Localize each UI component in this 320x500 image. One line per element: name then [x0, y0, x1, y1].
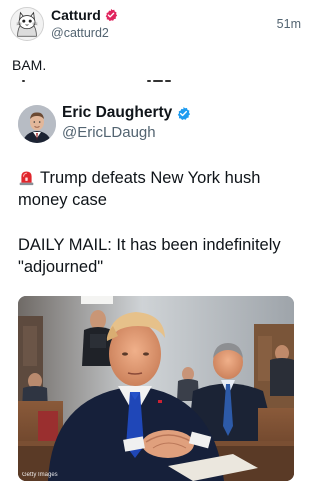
tweet-text: BAM. — [12, 57, 47, 73]
cat-avatar-icon — [11, 8, 43, 40]
quoted-tweet-photo[interactable]: Getty Images — [18, 296, 294, 481]
quoted-author-name[interactable]: Eric Daugherty — [62, 103, 172, 123]
avatar[interactable] — [10, 7, 44, 41]
quoted-author-name-row[interactable]: Eric Daugherty — [62, 103, 191, 123]
cropped-text-remnant — [0, 78, 313, 86]
headline-text: Trump defeats New York hush money case — [18, 169, 261, 209]
person-avatar-icon — [18, 105, 56, 143]
photo-credit: Getty Images — [22, 472, 58, 478]
quoted-tweet-body: DAILY MAIL: It has been indefinitely "ad… — [18, 236, 281, 276]
tweet-timestamp[interactable]: 51m — [277, 17, 301, 31]
author-name-row[interactable]: Catturd — [51, 7, 118, 23]
courtroom-photo — [18, 296, 294, 481]
author-name[interactable]: Catturd — [51, 7, 101, 23]
quoted-tweet-headline: Trump defeats New York hush money case — [18, 167, 298, 211]
tweet-screenshot: Catturd @catturd2 51m BAM. Eric Daughert… — [0, 0, 313, 500]
verified-badge-icon — [104, 8, 118, 22]
police-siren-icon — [18, 169, 35, 186]
verified-badge-icon — [176, 106, 191, 121]
tweet-header: Catturd @catturd2 51m — [0, 0, 313, 50]
quoted-author-handle[interactable]: @EricLDaugh — [62, 124, 156, 142]
quoted-author-avatar[interactable] — [18, 105, 56, 143]
author-handle[interactable]: @catturd2 — [51, 26, 109, 40]
